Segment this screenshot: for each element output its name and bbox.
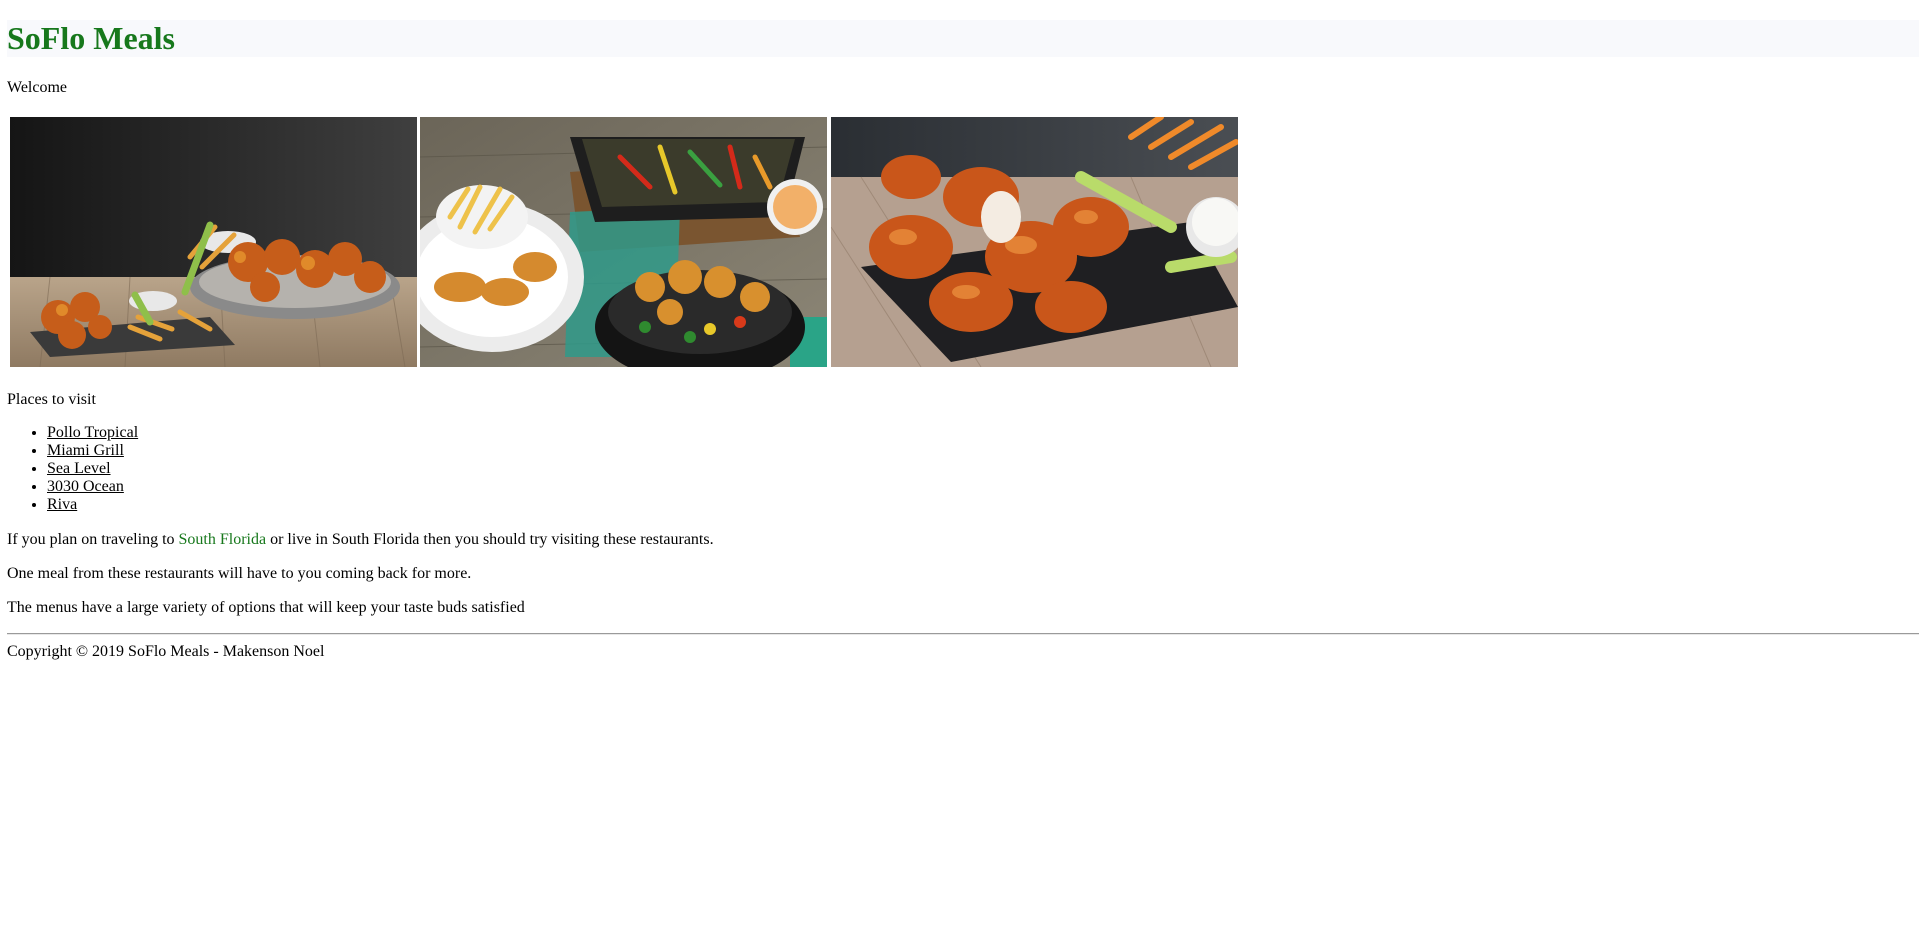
list-item: Pollo Tropical (47, 424, 138, 442)
places-heading: Places to visit (7, 391, 96, 408)
welcome-text: Welcome (7, 79, 68, 96)
wings-platter-photo (10, 117, 417, 367)
places-list: Pollo Tropical Miami Grill Sea Level 303… (7, 424, 138, 514)
menu-paragraph: The menus have a large variety of option… (7, 599, 525, 616)
copyright-footer: Copyright © 2019 SoFlo Meals - Makenson … (7, 643, 325, 660)
restaurant-link-miami-grill[interactable]: Miami Grill (47, 442, 124, 459)
footer-divider (7, 633, 1919, 635)
list-item: Sea Level (47, 460, 138, 478)
page: SoFlo Meals Welcome Places to visit • Po… (0, 0, 1919, 936)
glazed-wings-photo (831, 117, 1238, 367)
meal-paragraph: One meal from these restaurants will hav… (7, 565, 472, 582)
south-florida-highlight: South Florida (178, 531, 267, 548)
meal-spread-photo (420, 117, 827, 367)
list-item: Miami Grill (47, 442, 138, 460)
intro-paragraph: If you plan on traveling to South Florid… (7, 530, 714, 550)
list-item: Riva (47, 496, 138, 514)
list-item: 3030 Ocean (47, 478, 138, 496)
restaurant-link-3030-ocean[interactable]: 3030 Ocean (47, 478, 124, 495)
site-title: SoFlo Meals (7, 20, 175, 56)
intro-text-start: If you plan on traveling to (7, 531, 179, 548)
restaurant-link-pollo-tropical[interactable]: Pollo Tropical (47, 424, 138, 441)
intro-text-end: or live in South Florida then you should… (266, 531, 714, 548)
restaurant-link-sea-level[interactable]: Sea Level (47, 460, 111, 477)
restaurant-link-riva[interactable]: Riva (47, 496, 77, 513)
site-header: SoFlo Meals (7, 20, 1919, 57)
